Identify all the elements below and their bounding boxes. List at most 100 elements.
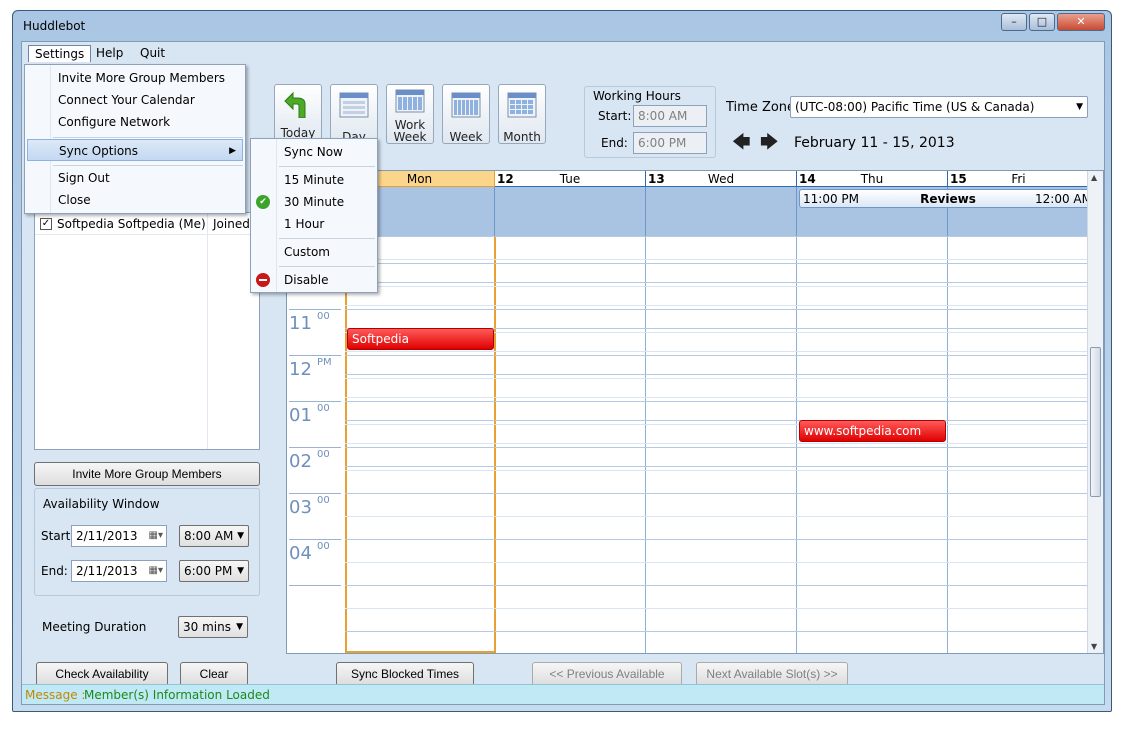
previous-slot-button[interactable]: << Previous Available Slot(s) <box>532 662 682 703</box>
day-header-tue[interactable]: 12 Tue <box>495 171 646 187</box>
time-minute: 00 <box>317 449 330 460</box>
meeting-duration-combo[interactable]: 30 mins ▼ <box>178 616 248 638</box>
check-availability-button[interactable]: Check Availability <box>36 662 168 686</box>
title-bar[interactable]: Huddlebot – □ ✕ <box>13 11 1111 41</box>
next-slot-button[interactable]: Next Available Slot(s) >> <box>696 662 848 686</box>
grid-line <box>345 259 1087 260</box>
menu-separator <box>279 266 375 267</box>
today-button[interactable]: Today <box>274 84 322 144</box>
day-name: Thu <box>860 172 884 186</box>
day-header-wed[interactable]: 13 Wed <box>646 171 797 187</box>
menu-item-sync-now[interactable]: Sync Now <box>251 141 377 163</box>
time-separator <box>289 539 341 540</box>
day-column-wed[interactable] <box>646 236 797 653</box>
sync-options-label: Sync Options <box>59 144 139 158</box>
grid-line <box>345 466 1087 467</box>
day-header-fri[interactable]: 15 Fri <box>948 171 1089 187</box>
time-hour: 02 <box>289 451 312 472</box>
calendar-dropdown-icon[interactable]: ▦▾ <box>149 561 163 581</box>
maximize-button[interactable]: □ <box>1029 13 1055 31</box>
menu-item-configure-network[interactable]: Configure Network <box>25 111 245 133</box>
menu-quit[interactable]: Quit <box>134 45 171 61</box>
work-week-label-2: Week <box>393 130 427 144</box>
chevron-down-icon: ▼ <box>237 531 244 541</box>
menu-separator <box>53 165 243 166</box>
sync-blocked-times-button[interactable]: Sync Blocked Times <box>336 662 474 686</box>
status-label: Message : <box>25 688 86 702</box>
date-range-title: February 11 - 15, 2013 <box>794 135 955 151</box>
event-softpedia[interactable]: Softpedia <box>347 328 494 350</box>
grid-line <box>345 355 1087 356</box>
allday-event-reviews[interactable]: 11:00 PM Reviews 12:00 AM <box>799 189 1097 208</box>
menu-item-1-hour[interactable]: 1 Hour <box>251 213 377 235</box>
allday-cell-wed[interactable] <box>646 187 797 236</box>
invite-members-button[interactable]: Invite More Group Members <box>34 462 260 486</box>
grid-line <box>345 631 1087 632</box>
next-week-arrow-icon[interactable]: 🡆 <box>760 130 779 160</box>
members-list[interactable]: ✓ Softpedia Softpedia (Me) Joined <box>34 212 260 450</box>
menu-help[interactable]: Help <box>90 45 129 61</box>
allday-cell-tue[interactable] <box>495 187 646 236</box>
member-checkbox[interactable]: ✓ <box>40 218 52 230</box>
day-column-tue[interactable] <box>495 236 646 653</box>
day-view-button[interactable]: Day <box>330 84 378 144</box>
working-start-field[interactable]: 8:00 AM <box>633 105 707 127</box>
start-time-value: 8:00 AM <box>184 529 234 543</box>
grid-line <box>345 562 1087 563</box>
grid-line <box>345 424 1087 425</box>
menu-item-connect-calendar[interactable]: Connect Your Calendar <box>25 89 245 111</box>
end-date-picker[interactable]: 2/11/2013 ▦▾ <box>71 560 167 582</box>
working-end-field[interactable]: 6:00 PM <box>633 132 707 154</box>
work-week-view-button[interactable]: Work Week <box>386 84 434 144</box>
day-header-thu[interactable]: 14 Thu <box>797 171 948 187</box>
menu-item-sign-out[interactable]: Sign Out <box>25 167 245 189</box>
clear-button[interactable]: Clear <box>180 662 248 686</box>
grid-line <box>345 401 1087 402</box>
scroll-up-icon[interactable]: ▲ <box>1091 173 1097 182</box>
calendar-day-icon <box>339 92 369 118</box>
time-minute: 00 <box>317 403 330 414</box>
week-view-button[interactable]: Week <box>442 84 490 144</box>
calendar-grid[interactable]: 1000110012PM0100020003000400 Mon 12Tue 1… <box>286 170 1104 654</box>
duration-value: 30 mins <box>183 620 231 634</box>
availability-window-group: Availability Window Start: 2/11/2013 ▦▾ 8… <box>34 488 260 596</box>
availability-title: Availability Window <box>43 497 160 511</box>
start-time-combo[interactable]: 8:00 AM ▼ <box>179 525 249 547</box>
menu-item-15-minute[interactable]: 15 Minute <box>251 169 377 191</box>
time-hour: 01 <box>289 405 312 426</box>
menu-item-custom[interactable]: Custom <box>251 241 377 263</box>
menu-settings[interactable]: Settings <box>28 45 92 62</box>
menu-item-sync-options[interactable]: Sync Options ▶ <box>27 139 243 161</box>
grid-line <box>345 397 1087 398</box>
grid-line <box>345 443 1087 444</box>
start-label: Start: <box>41 529 75 543</box>
scrollbar-thumb[interactable] <box>1090 347 1101 497</box>
grid-line <box>345 493 1087 494</box>
month-view-button[interactable]: Month <box>498 84 546 144</box>
calendar-dropdown-icon[interactable]: ▦▾ <box>149 526 163 546</box>
event-softpedia-url[interactable]: www.softpedia.com <box>799 420 946 442</box>
event-end-time: 12:00 AM <box>1035 192 1092 206</box>
grid-line <box>345 585 1087 586</box>
table-row[interactable]: ✓ Softpedia Softpedia (Me) Joined <box>35 213 259 235</box>
grid-line <box>345 378 1087 379</box>
scroll-down-icon[interactable]: ▼ <box>1091 642 1097 651</box>
end-time-combo[interactable]: 6:00 PM ▼ <box>179 560 249 582</box>
grid-line <box>345 516 1087 517</box>
start-date-picker[interactable]: 2/11/2013 ▦▾ <box>71 525 167 547</box>
minimize-button[interactable]: – <box>1001 13 1027 31</box>
working-hours-group: Working Hours Start: 8:00 AM End: 6:00 P… <box>584 86 716 158</box>
day-name: Tue <box>559 172 581 186</box>
prev-week-arrow-icon[interactable]: 🡄 <box>732 130 751 160</box>
settings-dropdown: Invite More Group Members Connect Your C… <box>24 64 246 214</box>
day-column-mon[interactable] <box>345 236 496 653</box>
menu-item-close[interactable]: Close <box>25 189 245 211</box>
day-column-thu[interactable] <box>797 236 948 653</box>
menu-item-invite[interactable]: Invite More Group Members <box>25 67 245 89</box>
grid-line <box>345 236 1087 237</box>
close-window-button[interactable]: ✕ <box>1057 13 1105 31</box>
disable-icon <box>256 273 270 287</box>
calendar-scrollbar[interactable]: ▲ ▼ <box>1087 171 1103 653</box>
calendar-work-week-icon <box>395 89 425 113</box>
timezone-combo[interactable]: (UTC-08:00) Pacific Time (US & Canada) ▼ <box>790 96 1088 118</box>
